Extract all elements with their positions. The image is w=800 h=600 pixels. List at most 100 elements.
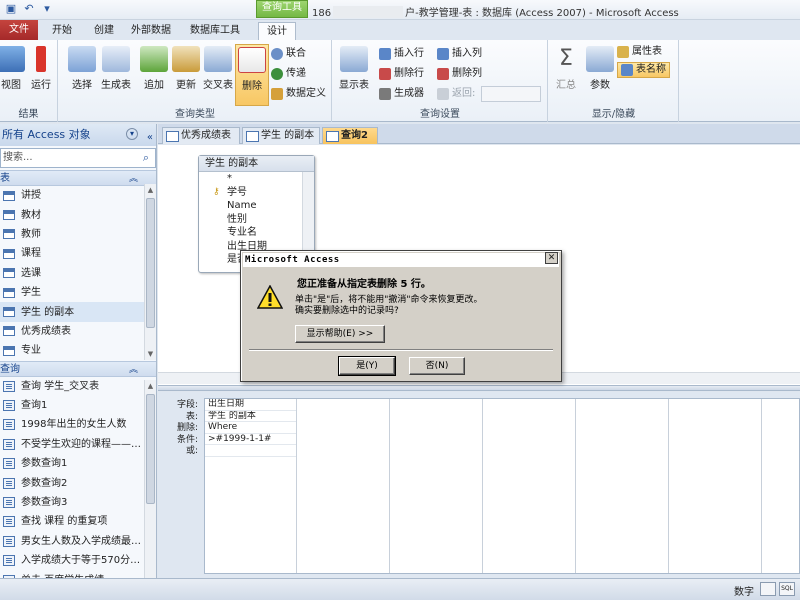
insert-columns-button[interactable]: 插入列 <box>437 46 482 62</box>
nav-query-item[interactable]: 参数查询1 <box>0 454 156 473</box>
grid-column-1[interactable]: 出生日期 学生 的副本 Where >#1999-1-1# <box>205 399 297 573</box>
delete-query-button[interactable]: 删除 <box>235 44 269 106</box>
totals-button[interactable]: Σ 汇总 <box>549 44 583 98</box>
nav-section-tables[interactable]: 表 ︽ <box>0 170 156 186</box>
insert-rows-button[interactable]: 插入行 <box>379 46 424 62</box>
no-button[interactable]: 否(N) <box>409 357 465 375</box>
tab-home[interactable]: 开始 <box>42 22 82 40</box>
nav-table-item[interactable]: 学生 的副本 <box>0 302 156 322</box>
nav-query-item[interactable]: 不受学生欢迎的课程——… <box>0 435 156 454</box>
delete-rows-icon <box>379 68 391 80</box>
delete-columns-icon <box>437 68 449 80</box>
nav-table-item[interactable]: 教师 <box>0 225 156 244</box>
show-help-button[interactable]: 显示帮助(E) >> <box>295 325 385 343</box>
nav-item-label: 专业 <box>21 345 41 357</box>
yes-button[interactable]: 是(Y) <box>338 356 396 376</box>
field-name[interactable]: Name <box>199 199 314 213</box>
chevron-down-icon[interactable]: ▾ <box>126 128 138 140</box>
cell-field[interactable]: 出生日期 <box>205 399 296 411</box>
make-table-button[interactable]: 生成表 <box>97 44 135 98</box>
tab-create[interactable]: 创建 <box>84 22 124 40</box>
undo-icon[interactable]: ↶ <box>22 2 36 16</box>
parameters-button[interactable]: 参数 <box>583 44 617 98</box>
tab-design[interactable]: 设计 <box>258 22 296 40</box>
pane-splitter[interactable] <box>158 385 800 391</box>
nav-table-item[interactable]: 教材 <box>0 205 156 224</box>
delete-columns-button[interactable]: 删除列 <box>437 66 482 82</box>
nav-table-item[interactable]: 优秀成绩表 <box>0 322 156 341</box>
scroll-up-icon[interactable]: ▲ <box>145 380 156 392</box>
tab-external-data[interactable]: 外部数据 <box>126 22 176 40</box>
collapse-section-icon[interactable]: ︽ <box>129 171 138 187</box>
update-button[interactable]: 更新 <box>169 44 203 98</box>
nav-query-item[interactable]: 参数查询3 <box>0 493 156 512</box>
field-gender[interactable]: 性别 <box>199 213 314 227</box>
query-icon <box>3 458 15 470</box>
scroll-thumb[interactable] <box>146 394 155 504</box>
table-names-icon <box>621 64 633 76</box>
tables-scrollbar[interactable]: ▲ ▼ <box>144 184 156 360</box>
grid-column-2[interactable] <box>297 399 390 573</box>
data-definition-button[interactable]: 数据定义 <box>271 86 326 102</box>
return-combo[interactable] <box>481 86 541 102</box>
collapse-section-icon[interactable]: ︽ <box>129 362 138 378</box>
doc-tab-student-copy[interactable]: 学生 的副本 <box>242 127 320 144</box>
doc-tab-excellent-scores[interactable]: 优秀成绩表 <box>162 127 240 144</box>
nav-table-item[interactable]: 讲授 <box>0 186 156 205</box>
nav-header[interactable]: 所有 Access 对象 ▾ « <box>0 124 156 146</box>
nav-section-queries[interactable]: 查询 ︽ <box>0 360 156 378</box>
property-sheet-button[interactable]: 属性表 <box>617 44 662 60</box>
field-list-title[interactable]: 学生 的副本 <box>199 156 314 172</box>
nav-query-item[interactable]: 男女生人数及入学成绩最… <box>0 532 156 551</box>
delete-rows-button[interactable]: 删除行 <box>379 66 424 82</box>
sql-view-icon[interactable]: SQL <box>779 582 795 596</box>
nav-query-item[interactable]: 入学成绩大于等于570分… <box>0 551 156 570</box>
close-icon[interactable]: ✕ <box>545 252 558 264</box>
scroll-thumb[interactable] <box>146 198 155 328</box>
cell-delete[interactable]: Where <box>205 422 296 434</box>
grid-column-6[interactable] <box>669 399 762 573</box>
collapse-icon[interactable]: « <box>147 127 153 149</box>
grid-column-3[interactable] <box>390 399 483 573</box>
field-all[interactable]: * <box>199 172 314 186</box>
pass-through-button[interactable]: 传递 <box>271 66 306 82</box>
nav-query-item[interactable]: 查询1 <box>0 396 156 415</box>
tab-file[interactable]: 文件 <box>0 20 38 40</box>
nav-query-item[interactable]: 参数查询2 <box>0 473 156 492</box>
dropdown-icon[interactable]: ▾ <box>40 2 54 16</box>
table-names-button[interactable]: 表名称 <box>617 62 670 78</box>
grid-column-4[interactable] <box>483 399 576 573</box>
cell-table[interactable]: 学生 的副本 <box>205 411 296 422</box>
nav-query-item[interactable]: 1998年出生的女生人数 <box>0 415 156 434</box>
cell-criteria[interactable]: >#1999-1-1# <box>205 434 296 445</box>
row-label-field: 字段: <box>176 400 198 410</box>
datasheet-view-icon[interactable] <box>760 582 776 596</box>
show-table-button[interactable]: 显示表 <box>335 44 373 98</box>
save-icon[interactable]: ▣ <box>4 2 18 16</box>
queries-scrollbar[interactable]: ▲ <box>144 380 156 578</box>
grid-area[interactable]: 出生日期 学生 的副本 Where >#1999-1-1# <box>204 398 800 574</box>
nav-query-item[interactable]: 查找 课程 的重复项 <box>0 512 156 531</box>
cell-or[interactable] <box>205 445 296 457</box>
doc-tab-query2[interactable]: 查询2 <box>322 127 378 144</box>
field-student-id[interactable]: ⚷ 学号 <box>199 186 314 200</box>
append-button[interactable]: 追加 <box>137 44 171 98</box>
nav-search-input[interactable]: 搜索... ⌕ <box>0 148 156 168</box>
builder-button[interactable]: 生成器 <box>379 86 424 102</box>
scroll-down-icon[interactable]: ▼ <box>145 348 156 360</box>
union-button[interactable]: 联合 <box>271 46 306 62</box>
select-query-button[interactable]: 选择 <box>65 44 99 98</box>
crosstab-button[interactable]: 交叉表 <box>201 44 235 98</box>
nav-table-item[interactable]: 课程 <box>0 244 156 263</box>
nav-query-item[interactable]: 查询 学生_交叉表 <box>0 377 156 396</box>
nav-item-label: 教材 <box>21 209 41 221</box>
nav-table-item[interactable]: 选课 <box>0 264 156 283</box>
nav-table-item[interactable]: 学生 <box>0 283 156 302</box>
grid-column-5[interactable] <box>576 399 669 573</box>
run-button[interactable]: 运行 <box>24 44 58 98</box>
tab-database-tools[interactable]: 数据库工具 <box>182 22 248 40</box>
nav-table-item[interactable]: 专业 <box>0 341 156 360</box>
field-major[interactable]: 专业名 <box>199 226 314 240</box>
search-icon[interactable]: ⌕ <box>139 151 153 165</box>
scroll-up-icon[interactable]: ▲ <box>145 184 156 196</box>
